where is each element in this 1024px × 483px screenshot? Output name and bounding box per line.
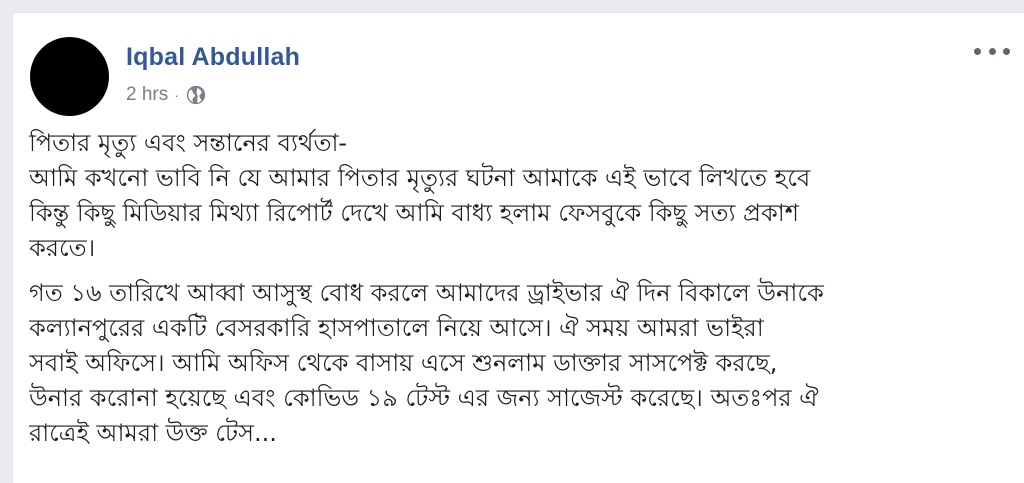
author-name[interactable]: Iqbal Abdullah xyxy=(126,43,300,72)
post-line: আমি কখনো ভাবি নি যে আমার পিতার মৃত্যুর ঘ… xyxy=(29,164,811,192)
post-line: কল্যানপুরের একটি বেসরকারি হাসপাতালে নিয়… xyxy=(29,314,764,342)
post-line: গত ১৬ তারিখে আব্বা আসুস্থ বোধ করলে আমাদে… xyxy=(29,279,824,307)
post-card: Iqbal Abdullah 2 hrs · পিতার মৃত্যু এবং … xyxy=(12,12,1024,483)
post-line: কিন্তু কিছু মিডিয়ার মিথ্যা রিপোর্ট দেখে… xyxy=(29,199,799,227)
post-line: উনার করোনা হয়েছে এবং কোভিড ১৯ টেস্ট এর … xyxy=(29,384,819,412)
avatar[interactable] xyxy=(30,37,109,116)
dot-2 xyxy=(988,47,996,55)
meta-separator: · xyxy=(174,87,179,103)
post-paragraph-2: গত ১৬ তারিখে আব্বা আসুস্থ বোধ করলে আমাদে… xyxy=(29,276,1007,451)
post-meta: 2 hrs · xyxy=(126,84,207,106)
post-text: পিতার মৃত্যু এবং সন্তানের ব্যর্থতা- আমি … xyxy=(29,126,1007,461)
post-line: পিতার মৃত্যু এবং সন্তানের ব্যর্থতা- xyxy=(29,129,348,157)
post-paragraph-1: পিতার মৃত্যু এবং সন্তানের ব্যর্থতা- আমি … xyxy=(29,126,1007,266)
post-line: সবাই অফিসে। আমি অফিস থেকে বাসায় এসে শুন… xyxy=(29,349,778,377)
post-line: করতে। xyxy=(29,234,96,262)
more-options-icon[interactable] xyxy=(974,43,1010,59)
globe-icon[interactable] xyxy=(185,84,207,106)
post-timestamp[interactable]: 2 hrs xyxy=(126,84,168,106)
dot-1 xyxy=(974,47,981,55)
dot-3 xyxy=(1003,47,1010,55)
post-line: রাত্রেই আমরা উক্ত টেস... xyxy=(29,419,277,447)
